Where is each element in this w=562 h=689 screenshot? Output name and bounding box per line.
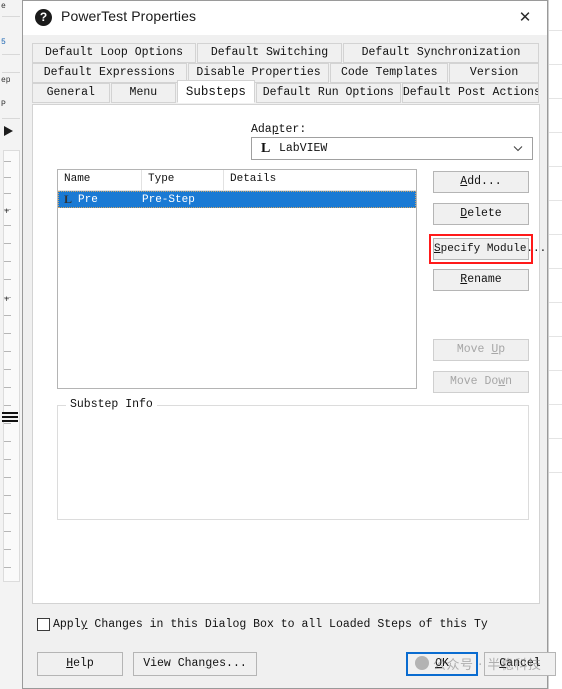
- ok-button[interactable]: OK: [406, 652, 478, 676]
- labview-badge-icon: L: [261, 141, 271, 156]
- tab-default-loop-options[interactable]: Default Loop Options: [32, 43, 196, 63]
- tab-default-expressions[interactable]: Default Expressions: [32, 63, 187, 83]
- background-right-panel: [548, 0, 562, 689]
- apply-changes-checkbox[interactable]: [37, 618, 50, 631]
- cancel-button[interactable]: Cancel: [484, 652, 556, 676]
- tab-substeps[interactable]: Substeps: [177, 80, 255, 103]
- substeps-tab-panel: Adapter: L LabVIEW Name Type Details L P…: [32, 104, 546, 604]
- substep-info-legend: Substep Info: [66, 398, 157, 411]
- rename-button[interactable]: Rename: [433, 269, 529, 291]
- background-text-fragment: 5: [1, 38, 6, 47]
- background-divider: [2, 118, 20, 119]
- tab-default-synchronization[interactable]: Default Synchronization: [343, 43, 539, 63]
- add-button[interactable]: Add...: [433, 171, 529, 193]
- background-list-icon: [2, 412, 18, 422]
- help-question-icon[interactable]: ?: [35, 9, 52, 26]
- background-expand-icon: +: [4, 295, 10, 305]
- background-cursor-icon: [4, 126, 13, 136]
- apply-changes-row[interactable]: Apply Changes in this Dialog Box to all …: [37, 618, 488, 631]
- delete-button[interactable]: Delete: [433, 203, 529, 225]
- adapter-label: Adapter:: [251, 123, 307, 136]
- substeps-listview[interactable]: Name Type Details L Pre Pre-Step: [57, 169, 417, 389]
- chevron-down-icon: [513, 146, 523, 152]
- background-text-fragment: P: [1, 100, 6, 109]
- background-divider: [2, 72, 20, 73]
- tab-default-switching[interactable]: Default Switching: [197, 43, 342, 63]
- close-icon[interactable]: ✕: [503, 1, 547, 35]
- dialog-title: PowerTest Properties: [61, 8, 197, 24]
- tab-row-top: Default Loop Options Default Switching D…: [32, 43, 540, 63]
- column-header-name[interactable]: Name: [58, 170, 142, 190]
- table-row[interactable]: L Pre Pre-Step: [58, 191, 416, 208]
- tab-row-bottom: General Menu Substeps Default Run Option…: [32, 80, 540, 103]
- background-text-fragment: e: [1, 2, 6, 11]
- labview-badge-icon: L: [63, 192, 72, 206]
- tab-general[interactable]: General: [32, 83, 110, 103]
- cell-name: Pre: [78, 193, 98, 206]
- column-header-type[interactable]: Type: [142, 170, 224, 190]
- apply-changes-label: Apply Changes in this Dialog Box to all …: [53, 618, 488, 631]
- help-button[interactable]: Help: [37, 652, 123, 676]
- tab-code-templates[interactable]: Code Templates: [330, 63, 449, 83]
- column-header-details[interactable]: Details: [224, 170, 416, 190]
- powertest-properties-dialog: ? PowerTest Properties ✕ Default Loop Op…: [22, 0, 556, 689]
- dialog-titlebar: ? PowerTest Properties ✕: [23, 1, 547, 35]
- background-left-panel: e 5 ep P + +: [0, 0, 23, 689]
- adapter-dropdown[interactable]: L LabVIEW: [251, 137, 533, 160]
- tab-default-run-options[interactable]: Default Run Options: [255, 83, 401, 103]
- cell-type: Pre-Step: [142, 193, 195, 206]
- background-divider: [2, 54, 20, 55]
- background-expand-icon: +: [4, 207, 10, 217]
- move-down-button: Move Down: [433, 371, 529, 393]
- tab-version[interactable]: Version: [449, 63, 539, 83]
- background-divider: [2, 16, 20, 17]
- tab-row-middle: Default Expressions Disable Properties C…: [32, 63, 540, 83]
- tab-default-post-actions[interactable]: Default Post Actions: [401, 83, 539, 103]
- tab-bar: Default Loop Options Default Switching D…: [32, 43, 540, 105]
- listview-header: Name Type Details: [58, 170, 416, 191]
- specify-module-button[interactable]: Specify Module...: [433, 238, 546, 260]
- view-changes-button[interactable]: View Changes...: [133, 652, 257, 676]
- substep-info-group: Substep Info: [57, 398, 529, 520]
- move-up-button: Move Up: [433, 339, 529, 361]
- tab-menu[interactable]: Menu: [110, 83, 177, 103]
- background-text-fragment: ep: [1, 76, 11, 85]
- adapter-selected-value: LabVIEW: [279, 142, 328, 155]
